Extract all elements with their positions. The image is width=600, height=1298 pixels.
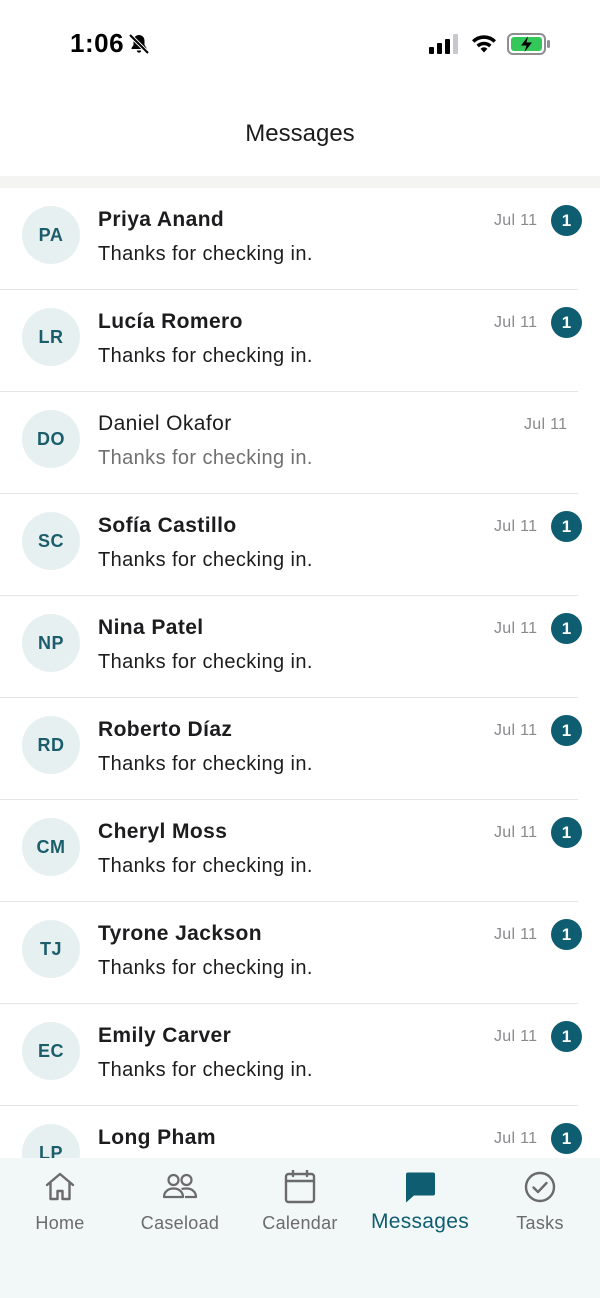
- message-preview: Thanks for checking in.: [98, 549, 313, 571]
- unread-badge: 1: [551, 1021, 582, 1052]
- tab-calendar[interactable]: Calendar: [240, 1158, 360, 1248]
- message-row[interactable]: CM Cheryl Moss Thanks for checking in. J…: [0, 800, 600, 902]
- message-preview: Thanks for checking in.: [98, 651, 313, 673]
- avatar: PA: [22, 206, 80, 264]
- message-date: Jul 11: [494, 518, 538, 535]
- message-date: Jul 11: [494, 1130, 538, 1147]
- message-date: Jul 11: [494, 722, 538, 739]
- tab-label: Home: [35, 1213, 85, 1233]
- unread-badge: 1: [551, 817, 582, 848]
- message-list[interactable]: PA Priya Anand Thanks for checking in. J…: [0, 188, 600, 1158]
- avatar: RD: [22, 716, 80, 774]
- unread-badge: 1: [551, 307, 582, 338]
- tab-label: Caseload: [140, 1213, 220, 1233]
- tab-label: Calendar: [262, 1213, 338, 1233]
- signal-icon: [429, 34, 458, 54]
- message-preview: Thanks for checking in.: [98, 447, 313, 469]
- unread-badge: 1: [551, 613, 582, 644]
- avatar: CM: [22, 818, 80, 876]
- contact-name: Nina Patel: [98, 616, 204, 639]
- battery-charging-icon: [507, 33, 550, 55]
- page-title: Messages: [245, 120, 355, 147]
- message-row[interactable]: EC Emily Carver Thanks for checking in. …: [0, 1004, 600, 1106]
- message-preview: Thanks for checking in.: [98, 855, 313, 877]
- message-date: Jul 11: [494, 314, 538, 331]
- message-preview: Thanks for checking in.: [98, 345, 313, 367]
- avatar: SC: [22, 512, 80, 570]
- message-row[interactable]: DO Daniel Okafor Thanks for checking in.…: [0, 392, 600, 494]
- avatar: EC: [22, 1022, 80, 1080]
- contact-name: Priya Anand: [98, 208, 225, 231]
- unread-badge: 1: [551, 511, 582, 542]
- bell-slash-icon: [128, 33, 150, 55]
- message-row[interactable]: SC Sofía Castillo Thanks for checking in…: [0, 494, 600, 596]
- home-icon: [45, 1172, 75, 1201]
- tab-bar: Home Caseload Calendar Messages Tasks: [0, 1158, 600, 1298]
- message-row[interactable]: PA Priya Anand Thanks for checking in. J…: [0, 188, 600, 290]
- unread-badge: 1: [551, 919, 582, 950]
- message-row[interactable]: RD Roberto Díaz Thanks for checking in. …: [0, 698, 600, 800]
- chat-bubble-icon: [406, 1172, 435, 1203]
- avatar: LR: [22, 308, 80, 366]
- tab-caseload[interactable]: Caseload: [120, 1158, 240, 1248]
- tab-home[interactable]: Home: [0, 1158, 120, 1248]
- messages-screen: 1:06 Messages PA Priya Anand Thanks for …: [0, 0, 600, 1298]
- contact-name: Tyrone Jackson: [98, 922, 262, 945]
- unread-badge: 1: [551, 205, 582, 236]
- contact-name: Roberto Díaz: [98, 718, 233, 741]
- calendar-icon: [284, 1170, 316, 1204]
- message-row[interactable]: LP Long Pham Jul 11 1: [0, 1106, 600, 1158]
- tab-label: Tasks: [516, 1213, 564, 1233]
- tab-label: Messages: [370, 1210, 470, 1233]
- avatar: TJ: [22, 920, 80, 978]
- contact-name: Long Pham: [98, 1126, 216, 1149]
- wifi-icon: [472, 35, 496, 53]
- message-date: Jul 11: [494, 926, 538, 943]
- message-row[interactable]: LR Lucía Romero Thanks for checking in. …: [0, 290, 600, 392]
- avatar: DO: [22, 410, 80, 468]
- message-preview: Thanks for checking in.: [98, 957, 313, 979]
- message-date: Jul 11: [494, 1028, 538, 1045]
- unread-badge: 1: [551, 715, 582, 746]
- contact-name: Cheryl Moss: [98, 820, 228, 843]
- status-time: 1:06: [70, 28, 125, 58]
- status-bar: 1:06: [0, 0, 600, 90]
- header-divider: [0, 176, 600, 188]
- message-row[interactable]: NP Nina Patel Thanks for checking in. Ju…: [0, 596, 600, 698]
- message-preview: Thanks for checking in.: [98, 753, 313, 775]
- message-date: Jul 11: [524, 416, 568, 433]
- avatar: NP: [22, 614, 80, 672]
- message-date: Jul 11: [494, 824, 538, 841]
- contact-name: Lucía Romero: [98, 310, 243, 333]
- message-date: Jul 11: [494, 620, 538, 637]
- message-preview: Thanks for checking in.: [98, 243, 313, 265]
- message-date: Jul 11: [494, 212, 538, 229]
- contact-name: Sofía Castillo: [98, 514, 237, 537]
- unread-badge: 1: [551, 1123, 582, 1154]
- contact-name: Emily Carver: [98, 1024, 232, 1047]
- tab-messages[interactable]: Messages: [360, 1158, 480, 1248]
- message-preview: Thanks for checking in.: [98, 1059, 313, 1081]
- people-icon: [162, 1173, 198, 1199]
- avatar: LP: [22, 1124, 80, 1158]
- contact-name: Daniel Okafor: [98, 412, 232, 435]
- check-circle-icon: [524, 1171, 556, 1203]
- nav-header: Messages: [0, 90, 600, 176]
- message-row[interactable]: TJ Tyrone Jackson Thanks for checking in…: [0, 902, 600, 1004]
- tab-tasks[interactable]: Tasks: [480, 1158, 600, 1248]
